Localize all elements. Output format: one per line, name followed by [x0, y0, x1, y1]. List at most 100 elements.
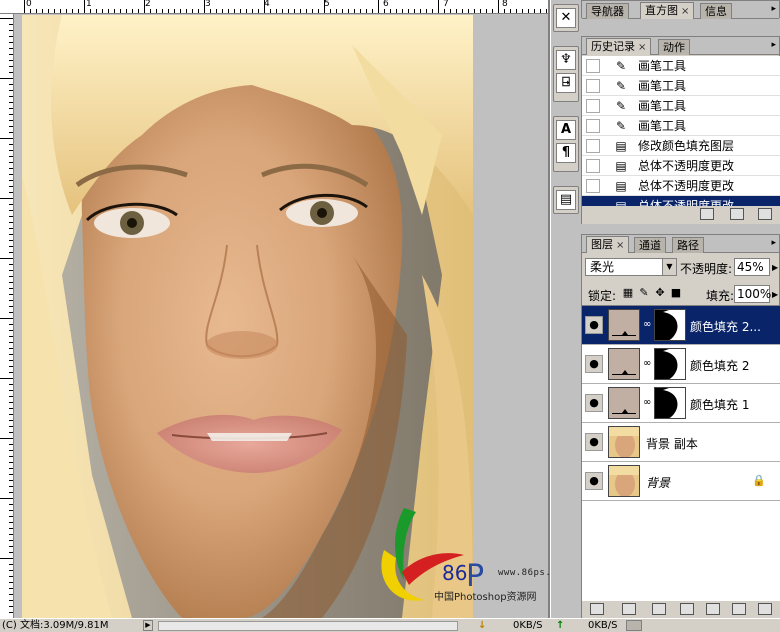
status-end-button[interactable]	[626, 620, 642, 631]
close-icon[interactable]: ×	[638, 42, 646, 53]
chevron-down-icon[interactable]: ▼	[662, 259, 676, 275]
history-item[interactable]: ✎ 画笔工具	[582, 116, 780, 136]
lock-transparency-icon[interactable]: ▦	[622, 286, 634, 299]
character-icon[interactable]: A	[556, 120, 576, 140]
ruler-tick	[150, 9, 151, 13]
history-brush-source-box[interactable]	[586, 59, 600, 73]
opacity-input[interactable]: 45%	[734, 258, 770, 276]
eye-icon[interactable]: ●	[585, 394, 603, 412]
opacity-slider-arrow-icon[interactable]: ▶	[772, 263, 778, 272]
layer-name[interactable]: 背景 副本	[646, 435, 698, 452]
ruler-tick	[294, 9, 295, 13]
history-brush-source-box[interactable]	[586, 99, 600, 113]
layer-mask-thumbnail[interactable]	[654, 387, 686, 419]
tab-layers[interactable]: 图层 ×	[586, 236, 630, 253]
ruler-tick	[546, 9, 547, 13]
brush-preset-icon[interactable]: ♆	[556, 50, 576, 70]
close-icon[interactable]: ×	[681, 6, 689, 17]
history-item[interactable]: ▤ 总体不透明度更改	[582, 176, 780, 196]
ruler-tick	[9, 390, 13, 391]
layer-row[interactable]: ● 背景 副本	[582, 423, 780, 462]
history-brush-source-box[interactable]	[586, 179, 600, 193]
tab-actions[interactable]: 动作	[658, 39, 690, 55]
history-brush-source-box[interactable]	[586, 159, 600, 173]
history-item[interactable]: ▤ 总体不透明度更改	[582, 196, 780, 206]
tab-navigator[interactable]: 导航器	[586, 3, 629, 19]
panel-menu-icon[interactable]: ▸	[771, 238, 776, 248]
ruler-label: 3	[205, 0, 211, 9]
trash-icon[interactable]	[758, 208, 772, 220]
ruler-tick	[9, 30, 13, 31]
ruler-tick	[354, 9, 355, 13]
history-brush-source-box[interactable]	[586, 199, 600, 206]
layer-name[interactable]: 背景	[646, 474, 670, 491]
history-brush-source-box[interactable]	[586, 139, 600, 153]
history-item[interactable]: ✎ 画笔工具	[582, 76, 780, 96]
layer-style-icon[interactable]	[622, 603, 636, 615]
layer-comps-icon[interactable]: ▤	[556, 190, 576, 210]
status-menu-arrow-icon[interactable]: ▶	[143, 620, 153, 631]
layer-row[interactable]: ● ∞ 颜色填充 2	[582, 345, 780, 384]
tools-icon[interactable]: ✕	[556, 8, 576, 28]
tab-history[interactable]: 历史记录 ×	[586, 38, 652, 55]
panel-menu-icon[interactable]: ▸	[771, 40, 776, 50]
layers-list[interactable]: ● ∞ 颜色填充 2... ● ∞ 颜色填充 2 ● ∞ 颜色填充 1 ● 背景 副本 ● 背景 🔒	[582, 305, 780, 601]
add-mask-icon[interactable]	[652, 603, 666, 615]
eye-icon[interactable]: ●	[585, 472, 603, 490]
tab-histogram[interactable]: 直方图 ×	[640, 2, 695, 19]
snapshot-camera-icon[interactable]	[730, 208, 744, 220]
horizontal-scrollbar[interactable]	[158, 621, 458, 631]
eye-icon[interactable]: ●	[585, 433, 603, 451]
history-brush-source-box[interactable]	[586, 79, 600, 93]
clone-source-icon[interactable]: ⍈	[556, 73, 576, 93]
ruler-tick	[306, 9, 307, 13]
ruler-tick	[9, 486, 13, 487]
history-brush-source-box[interactable]	[586, 119, 600, 133]
mask-link-icon[interactable]: ∞	[643, 358, 651, 369]
new-group-icon[interactable]	[706, 603, 720, 615]
adjustment-layer-icon[interactable]	[680, 603, 694, 615]
tab-paths[interactable]: 路径	[672, 237, 704, 253]
history-item-label: 画笔工具	[638, 119, 687, 133]
ruler-tick	[126, 9, 127, 13]
new-document-icon[interactable]	[700, 208, 714, 220]
lock-pixels-icon[interactable]: ✎	[638, 286, 650, 299]
history-item[interactable]: ✎ 画笔工具	[582, 56, 780, 76]
layer-name[interactable]: 颜色填充 1	[690, 396, 749, 413]
fill-slider-arrow-icon[interactable]: ▶	[772, 290, 778, 299]
layer-row[interactable]: ● ∞ 颜色填充 2...	[582, 306, 780, 345]
ruler-tick	[9, 264, 13, 265]
layer-row[interactable]: ● ∞ 颜色填充 1	[582, 384, 780, 423]
new-layer-icon[interactable]	[732, 603, 746, 615]
brush-icon: ✎	[615, 99, 627, 113]
tab-channels[interactable]: 通道	[634, 237, 666, 253]
layer-name[interactable]: 颜色填充 2...	[690, 318, 761, 335]
ruler-tick	[9, 612, 13, 613]
mask-link-icon[interactable]: ∞	[643, 319, 651, 330]
blend-mode-select[interactable]: 柔光 ▼	[585, 258, 677, 276]
lock-all-icon[interactable]: ■	[670, 286, 682, 299]
history-list[interactable]: ✎ 画笔工具 ✎ 画笔工具 ✎ 画笔工具 ✎ 画笔工具 ▤ 修改颜色填充图层 ▤ 总体不透明度更改 ▤ 总…	[582, 56, 780, 206]
ruler-tick	[48, 9, 49, 13]
history-item[interactable]: ▤ 总体不透明度更改	[582, 156, 780, 176]
layer-mask-thumbnail[interactable]	[654, 348, 686, 380]
history-item[interactable]: ▤ 修改颜色填充图层	[582, 136, 780, 156]
mask-link-icon[interactable]: ∞	[643, 397, 651, 408]
brush-icon: ✎	[615, 119, 627, 133]
lock-position-icon[interactable]: ✥	[654, 286, 666, 299]
panel-menu-icon[interactable]: ▸	[771, 4, 776, 14]
link-layers-icon[interactable]	[590, 603, 604, 615]
history-item[interactable]: ✎ 画笔工具	[582, 96, 780, 116]
ruler-tick	[0, 318, 13, 319]
trash-icon[interactable]	[758, 603, 772, 615]
paragraph-icon[interactable]: ¶	[556, 143, 576, 163]
tab-info[interactable]: 信息	[700, 3, 732, 19]
layer-mask-thumbnail[interactable]	[654, 309, 686, 341]
close-icon[interactable]: ×	[616, 240, 624, 251]
ruler-tick	[9, 582, 13, 583]
layer-row[interactable]: ● 背景 🔒	[582, 462, 780, 501]
layer-name[interactable]: 颜色填充 2	[690, 357, 749, 374]
eye-icon[interactable]: ●	[585, 316, 603, 334]
fill-input[interactable]: 100%	[734, 285, 771, 303]
eye-icon[interactable]: ●	[585, 355, 603, 373]
